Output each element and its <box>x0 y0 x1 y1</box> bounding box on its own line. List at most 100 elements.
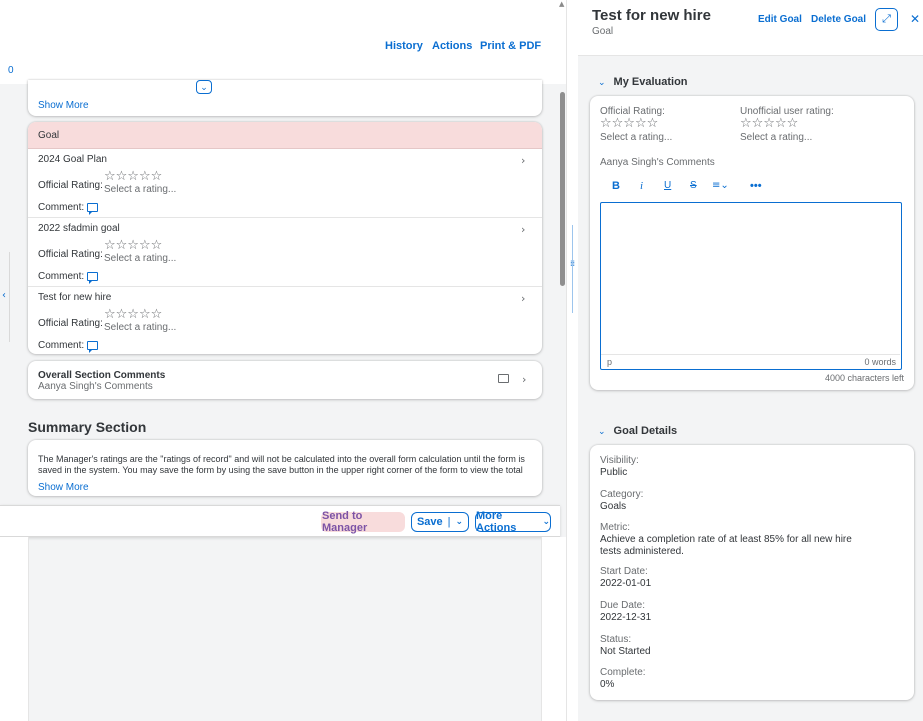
scrollbar-thumb[interactable] <box>560 92 565 286</box>
detail-subtitle: Goal <box>592 26 614 37</box>
summary-heading: Summary Section <box>28 419 147 435</box>
comment-editor[interactable]: p 0 words <box>600 202 902 370</box>
italic-icon[interactable]: i <box>640 180 643 192</box>
field-label: Complete: <box>600 667 646 678</box>
field-value: Not Started <box>600 646 651 657</box>
underline-icon[interactable]: U <box>664 180 671 191</box>
star-rating-icon[interactable]: ☆☆☆☆☆ <box>104 169 162 184</box>
more-icon[interactable]: ••• <box>750 180 762 192</box>
print-pdf-link[interactable]: Print & PDF <box>480 40 541 52</box>
select-rating-text: Select a rating... <box>104 184 177 195</box>
editor-toolbar: B i U S ≡⌄ ••• <box>612 180 812 196</box>
summary-card: The Manager's ratings are the "ratings o… <box>28 440 542 496</box>
comment-row[interactable]: Comment: <box>38 340 99 353</box>
editor-status-bar: p 0 words <box>601 354 900 368</box>
collapse-toggle[interactable]: ⌄ <box>196 80 212 94</box>
rating-label: Official Rating: <box>38 249 103 260</box>
collapse-left-handle[interactable]: ‹ <box>0 252 10 342</box>
chevron-down-icon: ⌄ <box>542 517 550 527</box>
goal-section-card: Goal 2024 Goal Plan › Official Rating: ☆… <box>28 122 542 354</box>
goal-item[interactable]: 2024 Goal Plan › Official Rating: ☆☆☆☆☆ … <box>28 149 542 217</box>
grip-icon[interactable]: ⁞⁞ <box>570 260 575 268</box>
chevron-right-icon[interactable]: › <box>521 292 525 305</box>
chevron-right-icon[interactable]: › <box>521 223 525 236</box>
detail-title: Test for new hire <box>592 7 711 24</box>
show-more-link[interactable]: Show More <box>38 482 89 493</box>
footer-stub <box>0 537 28 721</box>
my-evaluation-title: My Evaluation <box>613 76 688 88</box>
field-value: 2022-01-01 <box>600 578 652 589</box>
comment-icon[interactable] <box>87 202 99 215</box>
scroll-up-arrow[interactable]: ▲ <box>559 0 564 8</box>
field-label: Due Date: <box>600 600 646 611</box>
comment-row[interactable]: Comment: <box>38 271 99 284</box>
star-rating-icon[interactable]: ☆☆☆☆☆ <box>104 238 162 253</box>
chevron-right-icon[interactable]: › <box>522 373 526 386</box>
comment-icon[interactable] <box>87 340 99 353</box>
chevron-left-icon[interactable]: ‹ <box>2 290 6 301</box>
footer-stub <box>542 537 566 721</box>
field-label: Visibility: <box>600 455 639 466</box>
strikethrough-icon[interactable]: S <box>690 180 697 191</box>
rating-label: Official Rating: <box>38 180 103 191</box>
comments-label: Aanya Singh's Comments <box>600 157 715 168</box>
field-value: Achieve a completion rate of at least 85… <box>600 534 852 557</box>
select-rating-text: Select a rating... <box>104 253 177 264</box>
send-to-manager-button[interactable]: Send to Manager <box>321 510 405 534</box>
summary-text: The Manager's ratings are the "ratings o… <box>38 454 525 475</box>
show-more-link[interactable]: Show More <box>38 100 89 111</box>
goal-item[interactable]: 2022 sfadmin goal › Official Rating: ☆☆☆… <box>28 218 542 286</box>
overall-comments-subtitle: Aanya Singh's Comments <box>38 381 153 392</box>
goal-section-title: Goal <box>38 130 60 141</box>
more-actions-label: More Actions <box>476 510 517 534</box>
star-rating-icon[interactable]: ☆☆☆☆☆ <box>104 307 162 322</box>
field-label: Start Date: <box>600 566 648 577</box>
field-value: 0% <box>600 679 615 690</box>
comment-row[interactable]: Comment: <box>38 202 99 215</box>
edit-goal-link[interactable]: Edit Goal <box>758 14 802 25</box>
align-icon[interactable]: ≡⌄ <box>712 180 729 191</box>
star-rating-icon[interactable]: ☆☆☆☆☆ <box>740 116 798 131</box>
star-rating-icon[interactable]: ☆☆☆☆☆ <box>600 116 658 131</box>
content-shadow <box>28 537 542 721</box>
comment-icon[interactable] <box>498 374 509 383</box>
goal-details-header[interactable]: ⌄ Goal Details <box>598 423 677 437</box>
overall-comments-title: Overall Section Comments <box>38 370 166 381</box>
save-label: Save <box>416 516 443 528</box>
chars-left: 4000 characters left <box>824 373 904 383</box>
comment-icon[interactable] <box>87 271 99 284</box>
chevron-down-icon: ⌄ <box>598 427 606 437</box>
overall-comments-card[interactable]: Overall Section Comments Aanya Singh's C… <box>28 361 542 399</box>
chevron-right-icon[interactable]: › <box>521 154 525 167</box>
close-icon[interactable]: ✕ <box>910 12 920 26</box>
save-button[interactable]: Save | ⌄ <box>411 512 469 532</box>
right-pane: Test for new hire Goal Edit Goal Delete … <box>578 0 923 721</box>
chevron-down-icon[interactable]: ⌄ <box>456 517 464 527</box>
splitter-line <box>572 225 573 313</box>
goal-item-title: 2024 Goal Plan <box>38 154 107 165</box>
expand-icon[interactable]: ⤢ <box>875 8 898 31</box>
goal-item[interactable]: Test for new hire › Official Rating: ☆☆☆… <box>28 287 542 354</box>
field-label: Category: <box>600 489 644 500</box>
scrollbar-track[interactable]: ▲ <box>559 0 566 510</box>
delete-goal-link[interactable]: Delete Goal <box>811 14 866 25</box>
my-evaluation-header[interactable]: ⌄ My Evaluation <box>598 74 688 88</box>
select-rating-text: Select a rating... <box>600 132 673 143</box>
actions-link[interactable]: Actions <box>432 40 472 52</box>
footer-bar: Send to Manager Save | ⌄ More Actions ⌄ <box>0 505 560 537</box>
goal-details-title: Goal Details <box>613 425 678 437</box>
rating-label: Official Rating: <box>38 318 103 329</box>
chevron-down-icon: ⌄ <box>598 78 606 88</box>
field-label: Metric: <box>600 522 630 533</box>
history-link[interactable]: History <box>385 40 423 52</box>
my-evaluation-card: Official Rating: ☆☆☆☆☆ Select a rating..… <box>590 96 914 390</box>
pane-splitter[interactable]: ⁞⁞ <box>566 0 578 721</box>
top-card: Show More <box>28 80 542 116</box>
goal-section-header: Goal <box>28 122 542 149</box>
goal-details-card: Visibility: Public Category: Goals Metri… <box>590 445 914 700</box>
bold-icon[interactable]: B <box>612 180 620 192</box>
comment-label: Comment: <box>38 271 85 282</box>
count-stub: 0 <box>8 65 14 76</box>
more-actions-button[interactable]: More Actions ⌄ <box>475 510 551 534</box>
editor-path: p <box>607 357 613 367</box>
